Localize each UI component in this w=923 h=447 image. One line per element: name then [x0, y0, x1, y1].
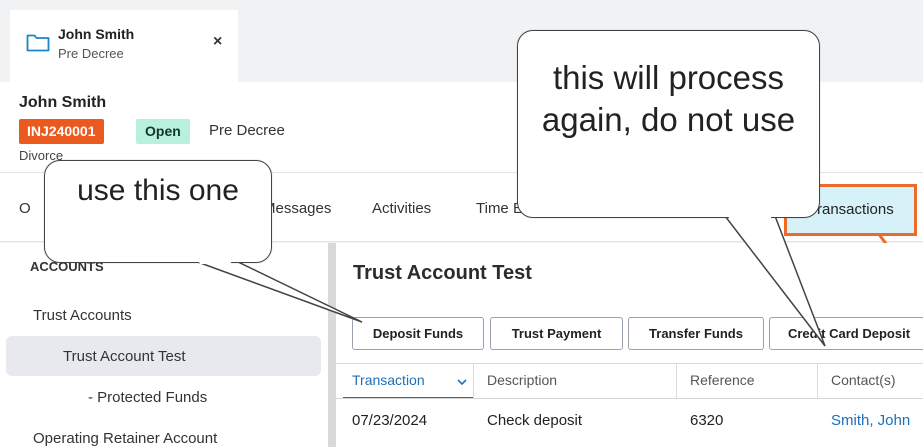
matter-stage: Pre Decree: [209, 122, 285, 139]
sidebar-item-operating-retainer[interactable]: Operating Retainer Account: [33, 430, 217, 447]
nav-item-messages[interactable]: Messages: [263, 200, 331, 217]
matter-id-badge: INJ240001: [19, 119, 104, 144]
chevron-down-icon[interactable]: [457, 379, 467, 385]
column-contacts[interactable]: Contact(s): [831, 372, 896, 388]
table-header-border: [336, 398, 923, 399]
sidebar-item-trust-accounts[interactable]: Trust Accounts: [33, 307, 132, 324]
table-cell-description: Check deposit: [487, 412, 583, 429]
column-separator: [676, 364, 677, 398]
nav-item-partial[interactable]: O: [19, 200, 31, 217]
credit-card-deposit-button[interactable]: Credit Card Deposit: [769, 317, 923, 350]
close-icon[interactable]: ×: [213, 33, 222, 51]
column-reference[interactable]: Reference: [690, 372, 755, 388]
table-top-border: [336, 363, 923, 364]
nav-item-transactions-label: ransactions: [817, 201, 894, 218]
sidebar-divider[interactable]: [328, 243, 336, 447]
table-cell-contact-link[interactable]: Smith, John: [831, 412, 910, 429]
table-cell-transaction: 07/23/2024: [352, 412, 428, 429]
trust-payment-button[interactable]: Trust Payment: [490, 317, 623, 350]
status-badge: Open: [136, 119, 190, 144]
transfer-funds-button[interactable]: Transfer Funds: [628, 317, 764, 350]
table-cell-reference: 6320: [690, 412, 724, 429]
column-description[interactable]: Description: [487, 372, 557, 388]
folder-icon: [26, 34, 50, 52]
column-transaction[interactable]: Transaction: [352, 372, 425, 388]
sidebar-item-trust-account-test[interactable]: Trust Account Test: [63, 348, 186, 365]
column-separator: [817, 364, 818, 398]
column-separator: [473, 364, 474, 398]
nav-item-activities[interactable]: Activities: [372, 200, 431, 217]
deposit-funds-button[interactable]: Deposit Funds: [352, 317, 484, 350]
tab-subtitle: Pre Decree: [58, 46, 124, 61]
nav-item-time[interactable]: Time E: [476, 200, 523, 217]
annotation-use-this-one: use this one: [44, 160, 272, 263]
sidebar-item-protected-funds[interactable]: - Protected Funds: [88, 389, 207, 406]
client-name: John Smith: [19, 94, 107, 111]
annotation-do-not-use: this will process again, do not use: [517, 30, 820, 218]
tab-title: John Smith: [58, 26, 135, 42]
page-title: Trust Account Test: [353, 262, 532, 284]
